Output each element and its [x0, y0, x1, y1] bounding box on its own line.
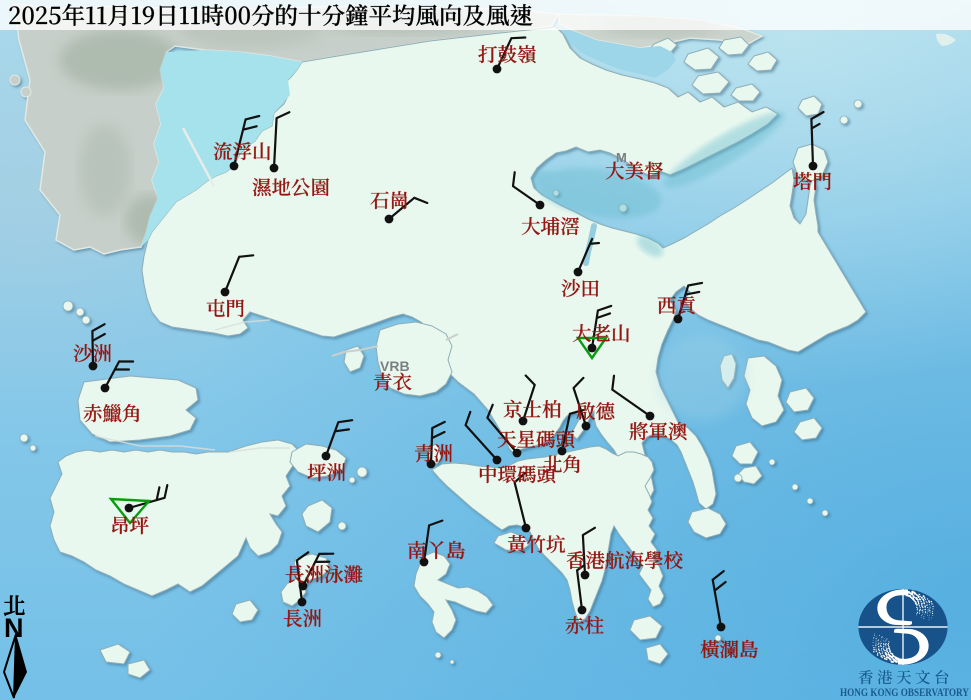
- svg-text:VRB: VRB: [380, 358, 410, 374]
- svg-text:M: M: [616, 150, 627, 165]
- svg-text:HONG KONG OBSERVATORY: HONG KONG OBSERVATORY: [840, 687, 970, 699]
